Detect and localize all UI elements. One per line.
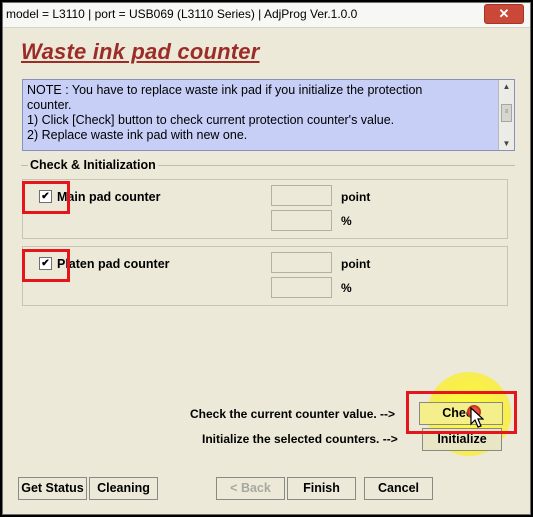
- cleaning-button[interactable]: Cleaning: [89, 477, 158, 500]
- main-pad-percent-field[interactable]: [271, 210, 332, 231]
- page-title: Waste ink pad counter: [21, 39, 260, 64]
- note-text: NOTE : You have to replace waste ink pad…: [27, 83, 497, 143]
- back-button[interactable]: < Back: [216, 477, 285, 500]
- note-textbox[interactable]: NOTE : You have to replace waste ink pad…: [22, 79, 515, 151]
- scroll-thumb[interactable]: ≡: [501, 104, 512, 122]
- main-pad-percent-unit: %: [341, 214, 352, 228]
- window-title: model = L3110 | port = USB069 (L3110 Ser…: [6, 7, 358, 21]
- platen-pad-point-field[interactable]: [271, 252, 332, 273]
- cancel-button[interactable]: Cancel: [364, 477, 433, 500]
- check-hint: Check the current counter value. -->: [190, 407, 396, 421]
- note-line: NOTE : You have to replace waste ink pad…: [27, 83, 423, 97]
- platen-pad-percent-unit: %: [341, 281, 352, 295]
- note-scrollbar[interactable]: ▲ ≡ ▼: [498, 80, 514, 150]
- main-checkbox-annotation: [22, 181, 70, 214]
- initialize-hint: Initialize the selected counters. -->: [202, 432, 398, 446]
- platen-pad-percent-field[interactable]: [271, 277, 332, 298]
- group-label: Check & Initialization: [28, 158, 158, 172]
- scroll-up-icon[interactable]: ▲: [499, 80, 514, 93]
- platen-checkbox-annotation: [22, 249, 70, 282]
- main-pad-point-field[interactable]: [271, 185, 332, 206]
- main-pad-label: Main pad counter: [57, 190, 161, 204]
- close-icon: ✕: [498, 6, 510, 21]
- note-line: 2) Replace waste ink pad with new one.: [27, 128, 248, 142]
- platen-pad-point-unit: point: [341, 257, 371, 271]
- adjprog-window: model = L3110 | port = USB069 (L3110 Ser…: [2, 2, 531, 515]
- note-line: counter.: [27, 98, 72, 112]
- scroll-down-icon[interactable]: ▼: [499, 137, 514, 150]
- title-bar: model = L3110 | port = USB069 (L3110 Ser…: [3, 3, 530, 28]
- note-line: 1) Click [Check] button to check current…: [27, 113, 395, 127]
- main-pad-group: ✔ Main pad counter point %: [22, 179, 508, 239]
- platen-pad-group: ✔ Platen pad counter point %: [22, 246, 508, 306]
- check-button-annotation: [406, 391, 517, 434]
- get-status-button[interactable]: Get Status: [18, 477, 87, 500]
- platen-pad-label: Platen pad counter: [57, 257, 170, 271]
- close-button[interactable]: ✕: [484, 4, 524, 24]
- main-pad-point-unit: point: [341, 190, 371, 204]
- finish-button[interactable]: Finish: [287, 477, 356, 500]
